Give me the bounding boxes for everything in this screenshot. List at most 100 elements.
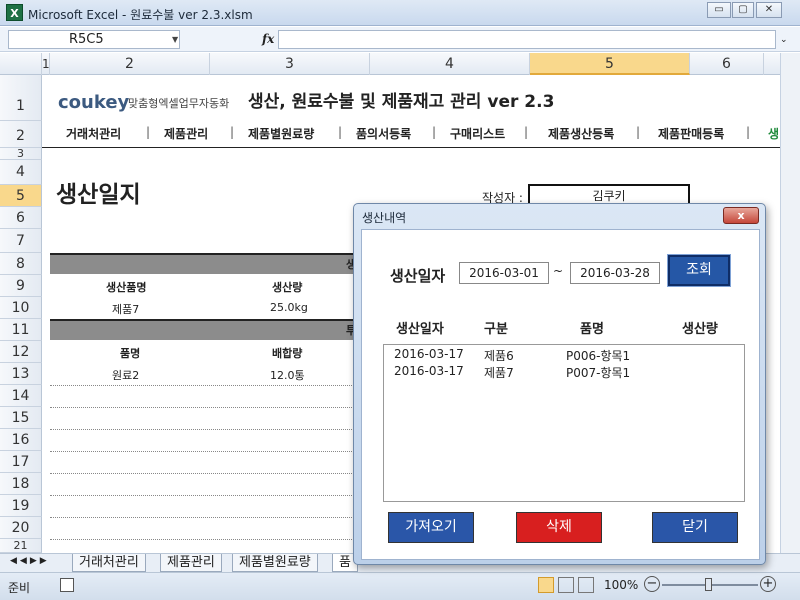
close-button[interactable]: 닫기 (652, 512, 738, 543)
column-header[interactable]: 4 (370, 53, 530, 75)
chevron-down-icon[interactable]: ▼ (172, 35, 178, 44)
maximize-button[interactable]: ▢ (732, 2, 754, 18)
column-header-selected[interactable]: 5 (530, 53, 690, 75)
zoom-in-button[interactable]: + (760, 576, 776, 592)
excel-icon: X (6, 4, 23, 21)
row-header[interactable]: 1 (0, 75, 42, 121)
nav-product-materials[interactable]: 제품별원료량 (248, 125, 314, 142)
col-mix-qty: 배합량 (272, 347, 303, 360)
nav-separator: | (230, 125, 235, 139)
date-to-input[interactable]: 2016-03-28 (570, 262, 660, 284)
nav-customers[interactable]: 거래처관리 (66, 125, 121, 142)
column-header[interactable]: 6 (690, 53, 764, 75)
delete-button[interactable]: 삭제 (516, 512, 602, 543)
row-header[interactable]: 16 (0, 429, 42, 451)
import-button[interactable]: 가져오기 (388, 512, 474, 543)
row-header[interactable]: 13 (0, 363, 42, 385)
insert-function-icon[interactable]: fx (262, 32, 274, 46)
vertical-scrollbar[interactable] (780, 53, 800, 553)
nav-products[interactable]: 제품관리 (164, 125, 208, 142)
sheet-tab[interactable]: 제품별원료량 (232, 554, 318, 572)
normal-view-icon[interactable] (538, 577, 554, 593)
row-divider (50, 473, 380, 474)
tab-scroll-arrows-icon[interactable]: ◀◀▶▶ (10, 556, 50, 566)
row-header-selected[interactable]: 5 (0, 185, 42, 207)
list-item-type[interactable]: 제품6 (484, 347, 514, 364)
minimize-button[interactable]: ▭ (707, 2, 731, 18)
window-title: Microsoft Excel - 원료수불 ver 2.3.xlsm (28, 8, 253, 22)
brand-logo: coukey (58, 92, 130, 113)
search-button[interactable]: 조회 (667, 254, 731, 287)
list-header-qty: 생산량 (682, 322, 718, 337)
row-header[interactable]: 17 (0, 451, 42, 473)
row-header[interactable]: 10 (0, 297, 42, 319)
nav-purchase-list[interactable]: 구매리스트 (450, 125, 505, 142)
brand-tagline: 맞춤형엑셀업무자동화 (128, 97, 230, 110)
col-material-name: 품명 (120, 347, 141, 360)
page-break-icon[interactable] (578, 577, 594, 593)
row-header[interactable]: 12 (0, 341, 42, 363)
list-item-date[interactable]: 2016-03-17 (394, 364, 464, 378)
column-subheader-row: 생산품명 생산량 (50, 275, 380, 297)
column-header[interactable]: 3 (210, 53, 370, 75)
section-band-production (50, 253, 380, 274)
row-header[interactable]: 2 (0, 121, 42, 148)
row-header[interactable]: 21 (0, 539, 42, 553)
name-box[interactable]: R5C5 (8, 30, 180, 49)
zoom-slider-thumb[interactable] (705, 578, 712, 591)
status-ready: 준비 (8, 581, 31, 595)
macro-record-icon[interactable] (60, 578, 74, 592)
row-header[interactable]: 14 (0, 385, 42, 407)
column-header[interactable]: 2 (50, 53, 210, 75)
row-header[interactable]: 19 (0, 495, 42, 517)
column-subheader-row: 품명 배합량 (50, 341, 380, 363)
nav-production-register[interactable]: 제품생산등록 (548, 125, 614, 142)
nav-sales-register[interactable]: 제품판매등록 (658, 125, 724, 142)
col-product-name: 생산품명 (106, 281, 147, 294)
zoom-level[interactable]: 100% (604, 578, 638, 592)
sheet-tab[interactable]: 제품관리 (160, 554, 222, 572)
cell-product-name[interactable]: 제품7 (112, 301, 139, 317)
list-item-name[interactable]: P007-항목1 (566, 364, 630, 381)
row-header[interactable]: 20 (0, 517, 42, 539)
row-header[interactable]: 4 (0, 160, 42, 185)
sheet-tab[interactable]: 거래처관리 (72, 554, 146, 572)
nav-separator: | (432, 125, 437, 139)
column-header[interactable]: 1 (42, 53, 50, 75)
status-bar: 준비 100% − + (0, 572, 800, 600)
list-item-name[interactable]: P006-항목1 (566, 347, 630, 364)
row-header[interactable]: 8 (0, 253, 42, 275)
row-divider (50, 429, 380, 430)
list-item-date[interactable]: 2016-03-17 (394, 347, 464, 361)
close-window-button[interactable]: ✕ (756, 2, 782, 18)
list-item-type[interactable]: 제품7 (484, 364, 514, 381)
dialog-body: 생산일자 2016-03-01 ~ 2016-03-28 조회 생산일자 구분 … (361, 229, 760, 560)
column-headers: 1 2 3 4 5 6 (0, 53, 780, 75)
cell-material-name[interactable]: 원료2 (112, 367, 139, 383)
row-header[interactable]: 6 (0, 207, 42, 229)
row-header[interactable]: 3 (0, 148, 42, 160)
zoom-out-button[interactable]: − (644, 576, 660, 592)
title-bar: X Microsoft Excel - 원료수불 ver 2.3.xlsm ▭ … (0, 0, 800, 26)
cell-mix-qty[interactable]: 12.0통 (270, 367, 305, 383)
dialog-close-icon[interactable]: x (723, 207, 759, 224)
select-all-corner[interactable] (0, 53, 42, 75)
nav-divider (42, 147, 780, 148)
row-header[interactable]: 9 (0, 275, 42, 297)
row-header[interactable]: 18 (0, 473, 42, 495)
row-header[interactable]: 15 (0, 407, 42, 429)
nav-separator: | (636, 125, 641, 139)
cell-production-qty[interactable]: 25.0kg (270, 301, 308, 314)
production-list[interactable]: 2016-03-17 제품6 P006-항목1 2016-03-17 제품7 P… (383, 344, 745, 502)
date-from-input[interactable]: 2016-03-01 (459, 262, 549, 284)
page-layout-icon[interactable] (558, 577, 574, 593)
row-header[interactable]: 7 (0, 229, 42, 253)
nav-next[interactable]: 생 (768, 125, 779, 142)
nav-purchase-request[interactable]: 품의서등록 (356, 125, 411, 142)
formula-input[interactable] (278, 30, 776, 49)
row-header[interactable]: 11 (0, 319, 42, 341)
nav-separator: | (746, 125, 751, 139)
expand-formula-icon[interactable]: ⌄ (780, 35, 788, 45)
dialog-title: 생산내역 (362, 211, 407, 225)
row-divider (50, 451, 380, 452)
